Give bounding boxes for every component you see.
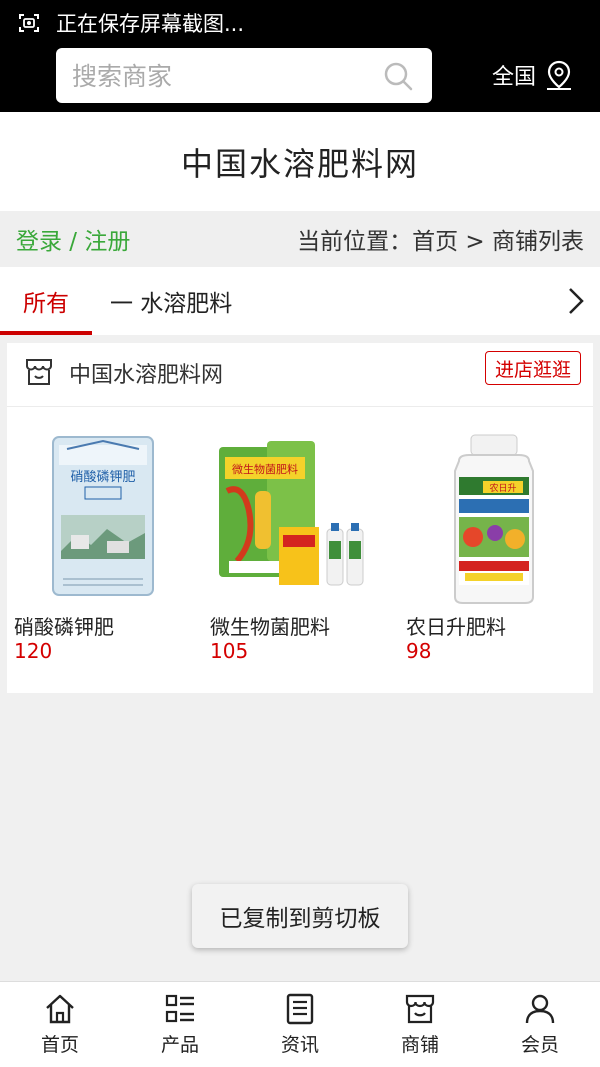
- news-icon: [286, 993, 314, 1025]
- nav-label: 商铺: [400, 1034, 439, 1056]
- tab-all[interactable]: 所有: [0, 267, 92, 335]
- store-icon: [26, 359, 52, 385]
- product-image-text: 硝酸磷钾肥: [70, 470, 135, 485]
- nav-item-home[interactable]: 首页: [0, 982, 120, 1067]
- nav-item-products[interactable]: 产品: [120, 982, 240, 1067]
- shop-header: 中国水溶肥料网 进店逛逛: [7, 343, 593, 407]
- product-image-text: 农日升: [489, 482, 516, 494]
- nav-label: 产品: [160, 1034, 199, 1056]
- nav-item-member[interactable]: 会员: [480, 982, 600, 1067]
- shop-card: 中国水溶肥料网 进店逛逛 硝酸磷钾肥 硝酸磷钾肥 120 微生物菌肥料 微生物菌…: [7, 343, 593, 693]
- toast-message: 已复制到剪切板: [192, 884, 408, 948]
- top-header: 正在保存屏幕截图... 全国: [0, 0, 600, 112]
- product-image-microbial-fertilizer: 微生物菌肥料: [219, 441, 364, 586]
- login-register-link[interactable]: 登录 / 注册: [16, 222, 130, 256]
- product-price: 98: [406, 639, 432, 663]
- nav-label: 首页: [40, 1034, 79, 1056]
- product-item[interactable]: 微生物菌肥料 微生物菌肥料 105: [203, 407, 393, 687]
- search-input[interactable]: [72, 56, 372, 96]
- category-tabs: 所有 一 水溶肥料: [0, 267, 600, 335]
- product-price: 120: [14, 639, 53, 663]
- screenshot-icon: [19, 14, 39, 32]
- site-title: 中国水溶肥料网: [180, 144, 419, 183]
- tab-water-soluble-fertilizer[interactable]: 一 水溶肥料: [110, 267, 232, 335]
- search-icon[interactable]: [382, 60, 414, 92]
- home-icon: [46, 994, 74, 1024]
- location-icon: [547, 60, 572, 90]
- site-title-bar: 中国水溶肥料网: [0, 112, 600, 211]
- user-icon: [525, 994, 555, 1024]
- product-name: 硝酸磷钾肥: [14, 615, 114, 639]
- breadcrumb-row: 登录 / 注册 当前位置：首页 > 商铺列表: [0, 211, 600, 267]
- shop-icon: [405, 994, 435, 1024]
- product-image-bottle: 农日升: [454, 434, 534, 604]
- product-item[interactable]: 硝酸磷钾肥 硝酸磷钾肥 120: [7, 407, 197, 687]
- bottom-nav: 首页 产品 资讯 商铺 会员: [0, 981, 600, 1067]
- product-name: 农日升肥料: [406, 615, 506, 639]
- product-price: 105: [210, 639, 249, 663]
- breadcrumb: 当前位置：首页 > 商铺列表: [297, 229, 584, 255]
- product-name: 微生物菌肥料: [210, 615, 330, 639]
- status-text: 正在保存屏幕截图...: [56, 12, 245, 36]
- chevron-right-icon[interactable]: [564, 285, 588, 317]
- nav-label: 会员: [520, 1034, 559, 1056]
- visit-shop-button[interactable]: 进店逛逛: [485, 351, 581, 385]
- region-selector[interactable]: 全国: [492, 57, 574, 93]
- nav-item-news[interactable]: 资讯: [240, 982, 360, 1067]
- nav-label: 资讯: [280, 1034, 319, 1056]
- product-image-fertilizer-bag: 硝酸磷钾肥: [52, 436, 154, 596]
- product-image-text: 微生物菌肥料: [232, 462, 298, 476]
- nav-item-shops[interactable]: 商铺: [360, 982, 480, 1067]
- shop-name: 中国水溶肥料网: [69, 363, 224, 388]
- list-icon: [165, 994, 194, 1023]
- region-label: 全国: [492, 65, 537, 90]
- product-item[interactable]: 农日升 农日升肥料 98: [399, 407, 589, 687]
- product-list: 硝酸磷钾肥 硝酸磷钾肥 120 微生物菌肥料 微生物菌肥料 105 农日升 农日…: [7, 407, 593, 693]
- search-box[interactable]: [56, 48, 432, 103]
- status-bar: 正在保存屏幕截图...: [0, 0, 600, 46]
